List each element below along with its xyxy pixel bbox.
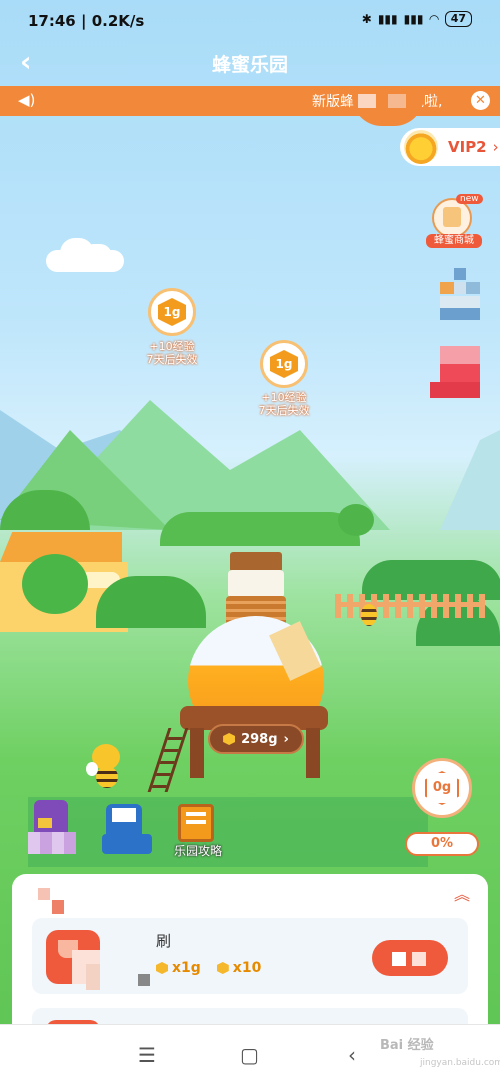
system-nav-bar: ☰ ▢ ‹	[0, 1024, 500, 1084]
bee-character-small	[358, 600, 380, 628]
task-rewards: x1g x10	[156, 960, 261, 976]
tool-button-1[interactable]	[28, 798, 84, 864]
network-speed: 0.2K/s	[91, 12, 145, 30]
honey-hex-icon: 1g	[158, 298, 186, 326]
back-icon[interactable]: ‹	[348, 1043, 356, 1067]
coin-exp-label: +10经验	[149, 340, 195, 353]
title-bar: ‹ 蜂蜜乐园	[0, 44, 500, 84]
notice-bar: ◀) 新版蜂蜜乐园上线啦, ✕	[0, 86, 500, 116]
new-badge: new	[456, 194, 483, 204]
bluetooth-icon: ✱	[361, 12, 372, 26]
app-screen: { "status_bar": {"time": "17:46", "speed…	[0, 0, 500, 1084]
honey-hex-icon	[216, 962, 229, 974]
blurred-block	[52, 900, 64, 914]
task-name: 刷	[156, 932, 172, 950]
close-icon[interactable]: ✕	[471, 91, 490, 110]
honey-jar[interactable]	[147, 552, 340, 792]
tool-button-2[interactable]	[102, 798, 158, 864]
cloud	[46, 236, 124, 272]
task-card: 刷 x1g x10	[32, 918, 468, 994]
clock: 17:46	[28, 12, 76, 30]
blurred-block	[388, 94, 406, 108]
honey-gauge[interactable]: 0g	[412, 758, 472, 818]
honey-hex-icon	[223, 733, 236, 745]
page-title: 蜂蜜乐园	[211, 54, 288, 76]
task-action-button[interactable]	[372, 940, 448, 976]
honey-hex-icon	[156, 962, 168, 974]
side-button-blurred-1[interactable]	[440, 268, 480, 322]
chevron-right-icon: ›	[492, 138, 499, 156]
coin-expire-label: 7天后失效	[146, 353, 198, 366]
watermark: Bai 经验	[380, 1038, 434, 1053]
home-icon[interactable]: ▢	[240, 1043, 259, 1067]
blurred-block	[38, 888, 50, 900]
speaker-icon: ◀)	[18, 91, 36, 109]
honey-coin-1[interactable]: 1g	[148, 288, 196, 336]
blurred-block	[358, 94, 376, 108]
bee-character	[86, 744, 124, 790]
shopping-bag-icon	[443, 207, 461, 227]
chevron-right-icon: ›	[283, 731, 289, 747]
task-icon	[46, 930, 100, 990]
honey-shop-button[interactable]: new 蜂蜜商城	[426, 194, 483, 252]
shop-label: 蜂蜜商城	[426, 234, 482, 248]
park-guide-label: 乐园攻略	[173, 844, 222, 858]
vip-level: VIP2	[448, 138, 487, 156]
battery-icon: 47	[444, 11, 472, 27]
honey-total-button[interactable]: 298g ›	[208, 724, 304, 754]
blurred-block	[138, 974, 150, 986]
reward-honey: x1g	[172, 960, 201, 976]
reward-exp: x10	[232, 960, 262, 976]
park-guide-button[interactable]: 乐园攻略	[172, 798, 228, 864]
notice-tab	[352, 86, 424, 126]
collapse-chevron-icon[interactable]: ︽	[454, 887, 470, 903]
bee-avatar-icon	[404, 130, 438, 164]
vip-badge[interactable]: VIP2 ›	[400, 128, 500, 166]
signal-icon: ▮▮▮	[377, 12, 398, 26]
signal-icon-2: ▮▮▮	[403, 12, 424, 26]
progress-percent: 0%	[405, 832, 479, 856]
task-panel: ︽ 刷 x1g x10	[12, 874, 488, 1038]
menu-icon[interactable]: ☰	[138, 1043, 156, 1067]
honey-hex-icon: 0g	[425, 771, 459, 805]
tree	[160, 512, 360, 546]
wifi-icon: ◠	[429, 12, 439, 26]
watermark-url: jingyan.baidu.com	[420, 1058, 500, 1068]
tool-bar: 乐园攻略	[28, 798, 228, 868]
honey-total: 298g	[241, 731, 278, 747]
status-bar: 17:46 | 0.2K/s ✱ ▮▮▮ ▮▮▮ ◠ 47	[0, 0, 500, 44]
tree	[338, 504, 374, 536]
tree	[22, 554, 88, 614]
